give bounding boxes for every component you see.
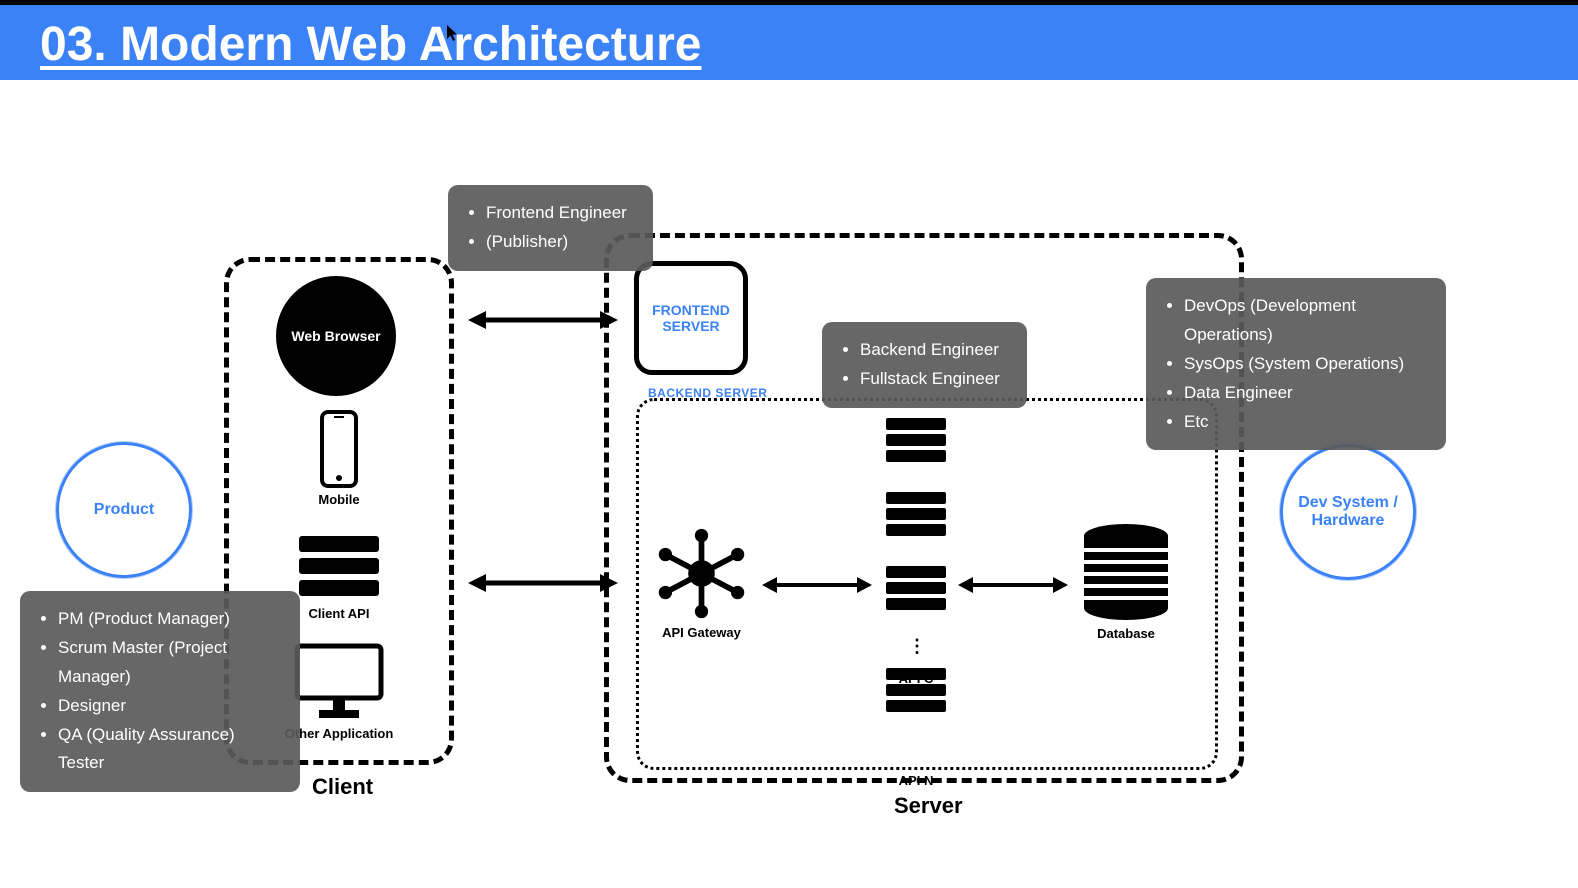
server-stack-icon	[884, 666, 948, 716]
role-item: Backend Engineer	[860, 336, 1007, 365]
role-item: DevOps (Development Operations)	[1184, 292, 1426, 350]
server-stack-icon	[884, 490, 948, 540]
role-item: PM (Product Manager)	[58, 605, 280, 634]
arrow-apis-database	[958, 572, 1068, 598]
frontend-server-label: FRONTEND SERVER	[639, 302, 743, 334]
role-item: Frontend Engineer	[486, 199, 633, 228]
product-circle-label: Product	[94, 501, 154, 519]
role-item: Designer	[58, 692, 280, 721]
frontend-server-node: FRONTEND SERVER	[634, 261, 748, 375]
rolebox-product: PM (Product Manager) Scrum Master (Proje…	[20, 591, 300, 792]
arrow-gateway-apis	[762, 572, 872, 598]
role-item: Etc	[1184, 408, 1426, 437]
rolebox-ops: DevOps (Development Operations) SysOps (…	[1146, 278, 1446, 450]
api-c-node: API C	[884, 564, 964, 634]
arrow-client-frontend	[468, 305, 618, 335]
phone-icon	[314, 410, 364, 488]
hub-icon	[654, 526, 749, 621]
role-item: QA (Quality Assurance) Tester	[58, 721, 280, 779]
database-node: Database	[1078, 522, 1174, 641]
web-browser-node: Web Browser	[276, 276, 396, 396]
rolebox-frontend: Frontend Engineer (Publisher)	[448, 185, 653, 271]
api-b-node: API B	[884, 490, 964, 560]
server-stack-icon	[884, 416, 948, 466]
client-label: Client	[312, 774, 373, 800]
role-item: Fullstack Engineer	[860, 365, 1007, 394]
devsys-circle: Dev System / Hardware	[1280, 444, 1416, 580]
diagram-canvas: Client Server Frontend Engineer (Publish…	[0, 80, 1578, 880]
web-browser-label: Web Browser	[291, 328, 380, 344]
api-gateway-label: API Gateway	[654, 625, 749, 640]
server-stack-icon	[294, 532, 384, 602]
desktop-icon	[291, 642, 387, 722]
slide-title: 03. Modern Web Architecture	[40, 17, 1538, 72]
api-gateway-node: API Gateway	[654, 526, 749, 640]
mobile-node: Mobile	[279, 410, 399, 507]
database-label: Database	[1078, 626, 1174, 641]
product-circle: Product	[56, 442, 192, 578]
api-a-node: API A	[884, 416, 964, 486]
header-bar: 03. Modern Web Architecture	[0, 5, 1578, 80]
mobile-label: Mobile	[279, 492, 399, 507]
role-item: SysOps (System Operations)	[1184, 350, 1426, 379]
arrow-client-backend	[468, 568, 618, 598]
devsys-circle-label: Dev System / Hardware	[1283, 494, 1413, 530]
cursor-icon	[446, 24, 460, 42]
api-n-label: API N	[876, 773, 956, 788]
database-icon	[1078, 522, 1174, 622]
api-ellipsis: ⋮	[908, 636, 926, 657]
server-stack-icon	[884, 564, 948, 614]
api-n-node: API N	[884, 666, 964, 736]
role-item: (Publisher)	[486, 228, 633, 257]
role-item: Data Engineer	[1184, 379, 1426, 408]
server-label: Server	[894, 793, 963, 819]
rolebox-backend: Backend Engineer Fullstack Engineer	[822, 322, 1027, 408]
role-item: Scrum Master (Project Manager)	[58, 634, 280, 692]
backend-server-label: BACKEND SERVER	[648, 386, 767, 400]
